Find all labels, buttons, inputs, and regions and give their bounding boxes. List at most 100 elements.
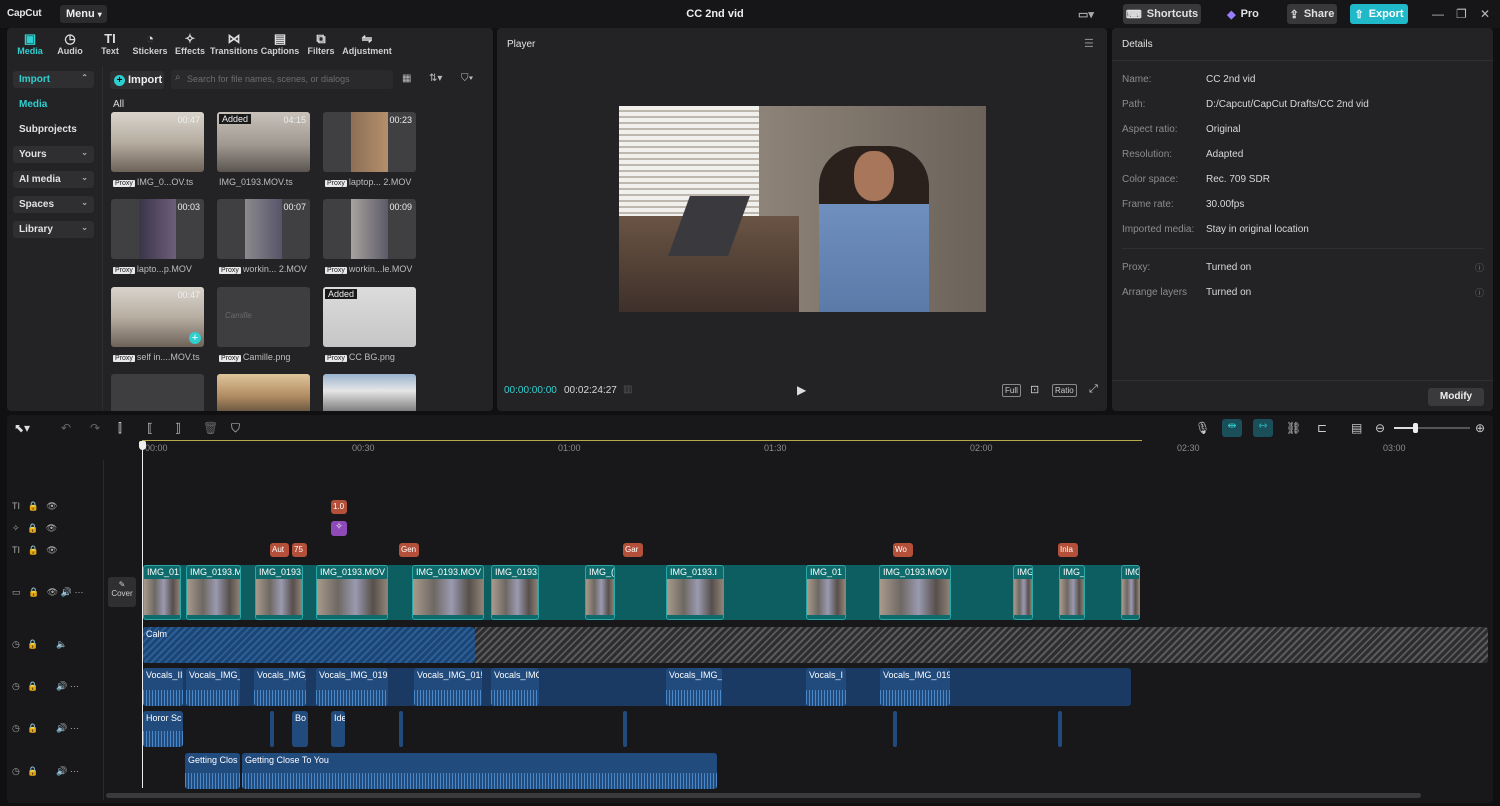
minimize-icon[interactable]: —: [1432, 7, 1444, 21]
full-button[interactable]: Full: [1002, 384, 1021, 397]
text-clip[interactable]: Gar: [623, 543, 643, 557]
audio-clip[interactable]: Vocals_IMG_: [254, 668, 306, 706]
zoom-out-icon[interactable]: ⊖: [1375, 421, 1385, 435]
tab-audio[interactable]: ◷ Audio: [50, 30, 90, 56]
zoom-slider[interactable]: [1394, 423, 1470, 433]
ratio-button[interactable]: Ratio: [1052, 384, 1077, 397]
video-clip[interactable]: IMG_: [1059, 565, 1085, 620]
delete-icon[interactable]: 🗑: [203, 421, 218, 435]
media-thumb[interactable]: Added 04:15: [217, 112, 310, 172]
lock-icon[interactable]: 🔒: [27, 523, 38, 533]
split-right-icon[interactable]: ⟧: [175, 421, 181, 435]
zoom-slider-handle[interactable]: [1413, 423, 1419, 433]
auto-snap-icon[interactable]: ⇿: [1253, 419, 1273, 437]
close-icon[interactable]: ✕: [1480, 7, 1490, 21]
visibility-icon[interactable]: 👁: [46, 545, 57, 555]
media-thumb[interactable]: [217, 374, 310, 411]
media-thumb[interactable]: 00:47: [111, 112, 204, 172]
sfx-clip[interactable]: Ide: [331, 711, 345, 747]
import-button[interactable]: + Import: [110, 71, 164, 89]
audio-clip[interactable]: Vocals_IMG: [491, 668, 539, 706]
sidebar-item-yours[interactable]: Yours ⌄: [13, 146, 94, 163]
audio-clip[interactable]: Vocals_IMG_: [666, 668, 722, 706]
tab-captions[interactable]: ▤ Captions: [258, 30, 302, 56]
fullscreen-icon[interactable]: ⤢: [1089, 383, 1098, 396]
lock-icon[interactable]: 🔒: [28, 501, 39, 511]
visibility-icon[interactable]: 👁: [46, 523, 57, 533]
lock-icon[interactable]: 🔒: [28, 545, 39, 555]
media-thumb[interactable]: [323, 374, 416, 411]
video-clip[interactable]: IMG: [1121, 565, 1140, 620]
split-icon[interactable]: ⫿: [118, 421, 122, 436]
media-thumb[interactable]: [111, 374, 204, 411]
media-thumb[interactable]: Camille: [217, 287, 310, 347]
video-clip[interactable]: IMG_0193.: [255, 565, 303, 620]
volume-icon[interactable]: 🔊: [56, 723, 67, 733]
microphone-icon[interactable]: 🎙: [1195, 421, 1210, 435]
media-thumb[interactable]: Added: [323, 287, 416, 347]
lock-icon[interactable]: 🔒: [27, 639, 38, 649]
audio-clip[interactable]: Vocals_I: [806, 668, 846, 706]
visibility-icon[interactable]: 👁: [47, 587, 58, 597]
shortcuts-button[interactable]: ⌨ Shortcuts: [1123, 4, 1201, 24]
text-clip[interactable]: Aut: [270, 543, 289, 557]
sfx-clip[interactable]: [399, 711, 403, 747]
media-thumb[interactable]: 00:03: [111, 199, 204, 259]
sfx-clip[interactable]: [893, 711, 897, 747]
share-button[interactable]: ⇪ Share: [1287, 4, 1337, 24]
sfx-clip[interactable]: [270, 711, 274, 747]
lock-icon[interactable]: 🔒: [28, 587, 39, 597]
search-input[interactable]: ⌕ Search for file names, scenes, or dialo…: [171, 70, 393, 89]
music-clip[interactable]: Calm: [143, 627, 475, 663]
cover-button[interactable]: ✎ Cover: [108, 577, 136, 607]
tab-media[interactable]: ▣ Media: [10, 30, 50, 56]
main-track-magnet-icon[interactable]: ⇹: [1222, 419, 1242, 437]
more-icon[interactable]: ⋯: [70, 681, 79, 691]
song-clip[interactable]: Getting Clos: [185, 753, 240, 789]
audio-clip[interactable]: Vocals_IMG_: [186, 668, 240, 706]
media-thumb[interactable]: 00:09: [323, 199, 416, 259]
visibility-icon[interactable]: 👁: [46, 501, 57, 511]
sidebar-item-ai-media[interactable]: AI media ⌄: [13, 171, 94, 188]
more-icon[interactable]: ⋯: [70, 766, 79, 776]
snapshot-icon[interactable]: ⊡: [1030, 383, 1039, 396]
volume-icon[interactable]: 🔊: [61, 587, 72, 597]
video-clip[interactable]: IMG_0193.M: [186, 565, 241, 620]
split-left-icon[interactable]: ⟦: [147, 421, 153, 435]
tab-text[interactable]: TI Text: [90, 30, 130, 56]
more-icon[interactable]: ⋯: [70, 723, 79, 733]
timeline-scrollbar[interactable]: [106, 793, 1421, 798]
tab-stickers[interactable]: ◔ Stickers: [130, 30, 170, 56]
select-tool-icon[interactable]: ⬉▾: [14, 421, 30, 435]
restore-icon[interactable]: ❐: [1456, 7, 1467, 21]
sidebar-item-spaces[interactable]: Spaces ⌄: [13, 196, 94, 213]
export-button[interactable]: ⇧ Export: [1350, 4, 1408, 24]
pro-button[interactable]: ◆ Pro: [1226, 4, 1260, 24]
volume-icon[interactable]: 🔊: [56, 766, 67, 776]
video-clip[interactable]: IMG_01!: [143, 565, 181, 620]
lock-icon[interactable]: 🔒: [27, 766, 38, 776]
tab-effects[interactable]: ✧ Effects: [170, 30, 210, 56]
grid-view-icon[interactable]: ▦: [402, 73, 411, 84]
video-clip[interactable]: IMG_0193.MOV: [879, 565, 951, 620]
tab-adjustment[interactable]: ⇋ Adjustment: [340, 30, 394, 56]
frame-grid-icon[interactable]: ▥: [623, 384, 632, 395]
media-thumb[interactable]: 00:23: [323, 112, 416, 172]
volume-icon[interactable]: 🔊: [56, 681, 67, 691]
video-clip[interactable]: IMG_(: [585, 565, 615, 620]
tab-transitions[interactable]: ⋈ Transitions: [210, 30, 258, 56]
song-clip[interactable]: Getting Close To You: [242, 753, 717, 789]
audio-clip[interactable]: Vocals_IMG_01!: [414, 668, 482, 706]
undo-icon[interactable]: ↶: [61, 421, 71, 435]
tab-filters[interactable]: ⧉ Filters: [302, 30, 340, 56]
video-clip[interactable]: IMG_0193.MOV: [316, 565, 388, 620]
more-icon[interactable]: ⋯: [74, 587, 83, 597]
text-clip[interactable]: Wo: [893, 543, 913, 557]
media-thumb[interactable]: 00:07: [217, 199, 310, 259]
video-clip[interactable]: IMG_(: [1013, 565, 1033, 620]
modify-button[interactable]: Modify: [1428, 388, 1484, 406]
filter-icon[interactable]: ⛉▾: [461, 73, 473, 84]
zoom-in-icon[interactable]: ⊕: [1475, 421, 1485, 435]
preview-axis-icon[interactable]: ⊏: [1317, 421, 1327, 435]
player-menu-icon[interactable]: ☰: [1084, 37, 1094, 50]
